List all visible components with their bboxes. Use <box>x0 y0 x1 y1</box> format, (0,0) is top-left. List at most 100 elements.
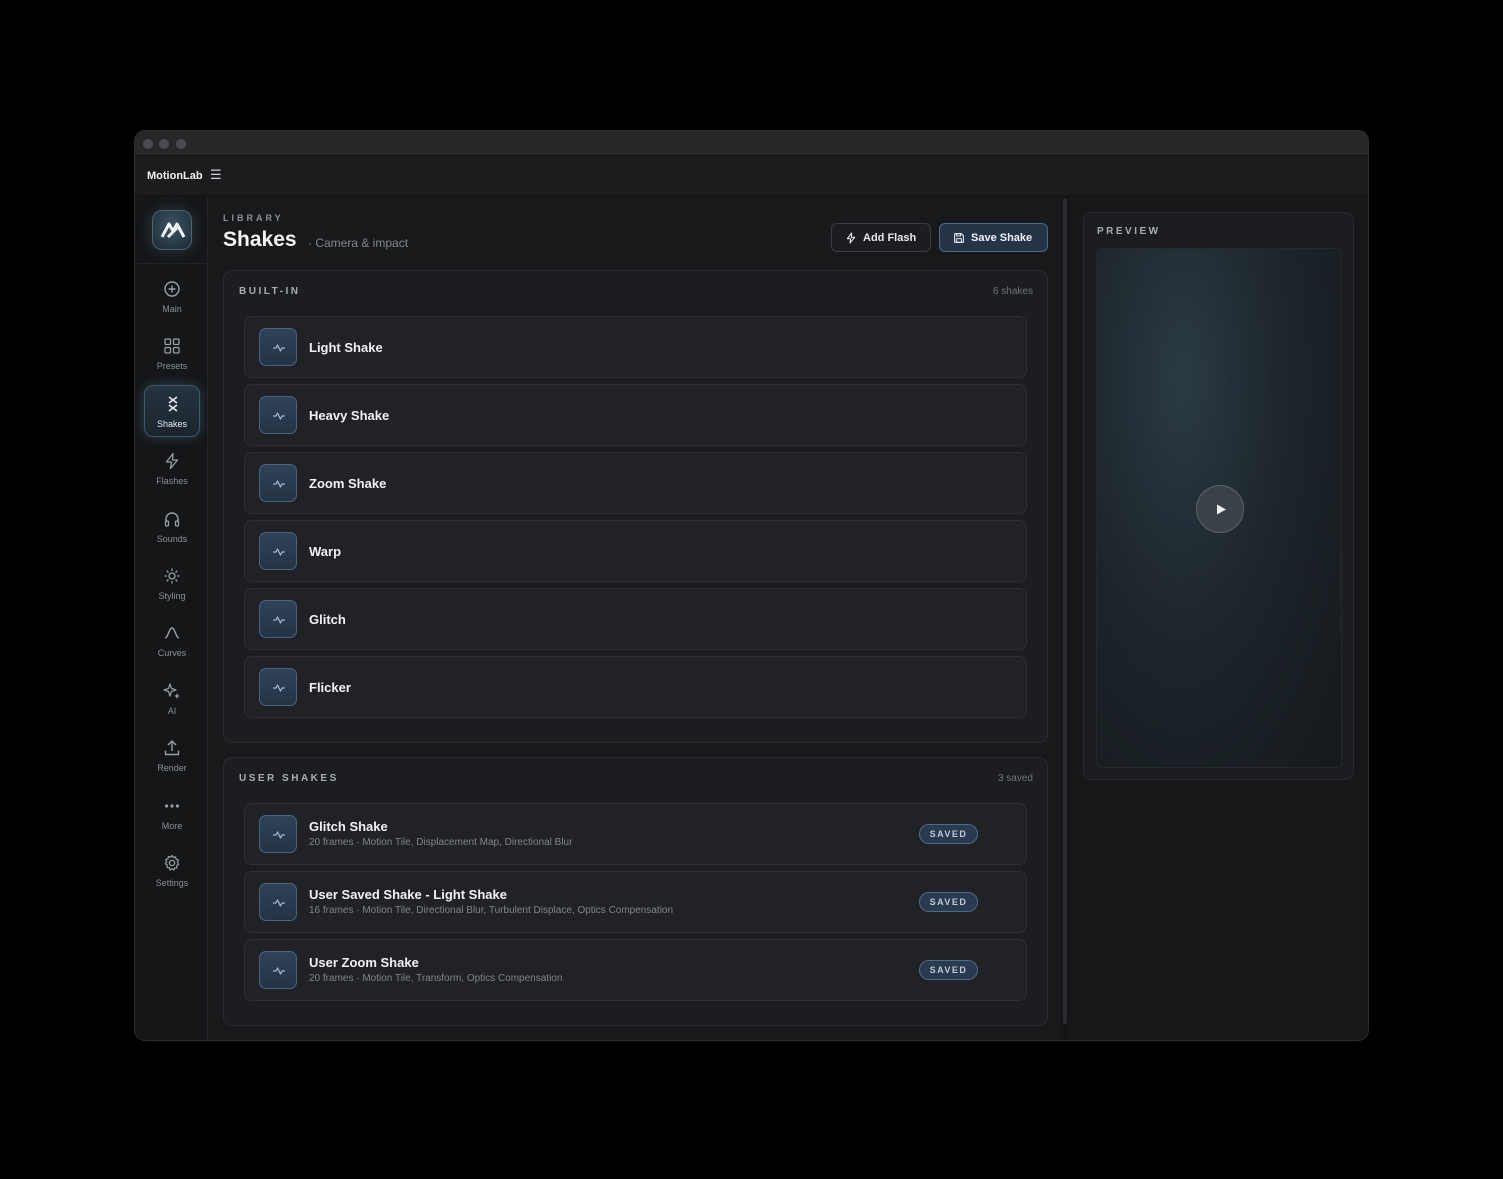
user-shakes-panel: USER SHAKES 3 saved Glitch Shake 20 fram… <box>223 757 1048 1026</box>
sidebar-item-styling[interactable]: Styling <box>144 558 200 610</box>
app-logo[interactable] <box>152 210 192 250</box>
sidebar-item-presets[interactable]: Presets <box>144 328 200 380</box>
shake-row-warp[interactable]: Warp <box>244 520 1027 582</box>
panel-title: BUILT-IN <box>239 286 301 297</box>
shake-meta: 20 frames · Motion Tile, Transform, Opti… <box>309 973 563 984</box>
maximize-window-button[interactable] <box>176 139 186 149</box>
more-dots-icon <box>164 804 180 808</box>
scrollbar-thumb[interactable] <box>1063 198 1067 1024</box>
close-window-button[interactable] <box>143 139 153 149</box>
sidebar-item-curves[interactable]: Curves <box>144 615 200 667</box>
sidebar-item-label: Sounds <box>156 534 188 544</box>
shake-name: Zoom Shake <box>309 476 387 491</box>
add-flash-label: Add Flash <box>863 231 917 244</box>
waveform-icon <box>259 668 297 706</box>
play-button[interactable] <box>1196 485 1244 533</box>
shake-name: User Zoom Shake <box>309 955 419 970</box>
save-shake-label: Save Shake <box>971 231 1033 244</box>
preview-title: PREVIEW <box>1097 226 1161 237</box>
curve-icon <box>164 627 180 639</box>
lightning-icon <box>165 452 179 470</box>
shake-meta: 20 frames · Motion Tile, Displacement Ma… <box>309 837 573 848</box>
sidebar-item-label: Presets <box>156 361 188 371</box>
saved-badge: SAVED <box>919 892 978 912</box>
shake-x-icon <box>168 396 178 412</box>
app-bar: MotionLab ☰ <box>135 156 1368 196</box>
shake-row-zoom-shake[interactable]: Zoom Shake <box>244 452 1027 514</box>
hamburger-menu-icon[interactable]: ☰ <box>210 167 222 183</box>
waveform-icon <box>259 815 297 853</box>
saved-badge: SAVED <box>919 824 978 844</box>
app-window: MotionLab ☰ Main Presets Shakes Flashes <box>134 130 1369 1041</box>
sidebar-item-ai[interactable]: AI <box>144 673 200 725</box>
shake-row-light-shake[interactable]: Light Shake <box>244 316 1027 378</box>
shake-meta: 16 frames · Motion Tile, Directional Blu… <box>309 905 674 916</box>
shake-name: Light Shake <box>309 340 383 355</box>
lightning-icon <box>846 231 856 244</box>
panel-title: USER SHAKES <box>239 773 339 784</box>
sidebar-item-label: Render <box>157 763 187 773</box>
waveform-icon <box>259 883 297 921</box>
built-in-panel: BUILT-IN 6 shakes Light Shake Heavy Shak… <box>223 270 1048 743</box>
sidebar-item-label: Settings <box>155 878 189 888</box>
panel-count: 3 saved <box>997 773 1033 784</box>
user-shake-row-zoom-shake[interactable]: User Zoom Shake 20 frames · Motion Tile,… <box>244 939 1027 1001</box>
sun-icon <box>164 568 180 584</box>
app-name: MotionLab <box>147 170 203 182</box>
sidebar-item-label: More <box>161 821 183 831</box>
sidebar-item-shakes[interactable]: Shakes <box>144 385 200 437</box>
panel-count: 6 shakes <box>992 286 1033 297</box>
save-shake-button[interactable]: Save Shake <box>939 223 1048 252</box>
add-flash-button[interactable]: Add Flash <box>831 223 931 252</box>
preview-panel: PREVIEW <box>1083 212 1354 780</box>
waveform-icon <box>259 396 297 434</box>
user-shake-row-light-shake[interactable]: User Saved Shake - Light Shake 16 frames… <box>244 871 1027 933</box>
minimize-window-button[interactable] <box>159 139 169 149</box>
sidebar-item-label: Shakes <box>156 419 188 429</box>
sidebar-item-label: AI <box>167 706 177 716</box>
waveform-icon <box>259 951 297 989</box>
sidebar-item-more[interactable]: More <box>144 788 200 840</box>
title-bar <box>135 131 1368 156</box>
headphones-icon <box>164 512 180 527</box>
shake-name: Glitch Shake <box>309 819 388 834</box>
shake-name: Warp <box>309 544 342 559</box>
plus-circle-icon <box>164 281 180 297</box>
shake-row-heavy-shake[interactable]: Heavy Shake <box>244 384 1027 446</box>
content-scrollbar[interactable] <box>1061 196 1069 1040</box>
page-subtitle: · Camera & impact <box>308 236 409 250</box>
sidebar-item-label: Main <box>162 304 182 314</box>
shake-row-flicker[interactable]: Flicker <box>244 656 1027 718</box>
saved-badge: SAVED <box>919 960 978 980</box>
sidebar-item-label: Styling <box>158 591 186 601</box>
save-disk-icon <box>954 232 964 243</box>
breadcrumb: LIBRARY <box>223 213 284 223</box>
waveform-icon <box>259 464 297 502</box>
play-icon <box>1217 504 1226 515</box>
shake-name: User Saved Shake - Light Shake <box>309 887 507 902</box>
waveform-icon <box>259 600 297 638</box>
preview-column: PREVIEW <box>1069 196 1368 1040</box>
waveform-icon <box>259 532 297 570</box>
logo-icon <box>160 222 186 239</box>
sidebar-item-settings[interactable]: Settings <box>144 845 200 897</box>
user-shake-row-glitch-shake[interactable]: Glitch Shake 20 frames · Motion Tile, Di… <box>244 803 1027 865</box>
shake-name: Glitch <box>309 612 346 627</box>
upload-icon <box>164 740 180 756</box>
sidebar-item-flashes[interactable]: Flashes <box>144 443 200 495</box>
sidebar-divider <box>135 263 207 264</box>
sidebar-item-label: Curves <box>157 648 187 658</box>
preview-canvas[interactable] <box>1096 248 1342 768</box>
grid-icon <box>164 338 180 354</box>
sidebar-item-main[interactable]: Main <box>144 271 200 323</box>
sidebar: Main Presets Shakes Flashes Sounds Styli… <box>135 196 208 1040</box>
gear-icon <box>164 854 180 871</box>
page-title: Shakes <box>223 228 297 251</box>
sidebar-item-render[interactable]: Render <box>144 730 200 782</box>
main-content: LIBRARY Shakes · Camera & impact Add Fla… <box>208 196 1061 1040</box>
sidebar-item-label: Flashes <box>156 476 188 486</box>
shake-row-glitch[interactable]: Glitch <box>244 588 1027 650</box>
sidebar-item-sounds[interactable]: Sounds <box>144 501 200 553</box>
shake-name: Flicker <box>309 680 351 695</box>
shake-name: Heavy Shake <box>309 408 390 423</box>
